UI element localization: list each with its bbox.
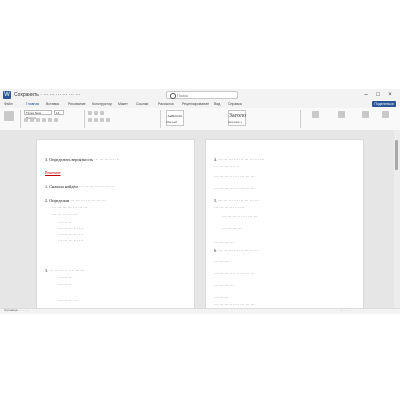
menu-tab[interactable]: Макет: [118, 101, 128, 108]
text-line: ··· ··· ··· ··· ··· ··· ···: [52, 205, 88, 210]
search-input[interactable]: Поиск: [166, 91, 238, 99]
text-line: 5. ··· ··· ··· ··· ··· ··· ··· ···: [214, 198, 259, 203]
bullets-icon[interactable]: [88, 111, 92, 115]
text-line: ··· ··· ··· ··· ··· ··· ··· ···: [214, 186, 255, 191]
text-line: ··· ··· ··· ··· ··· ··· ··· ···: [214, 271, 255, 276]
word-app-icon[interactable]: W: [3, 91, 11, 99]
style-label: Заголовок 1: [228, 121, 242, 124]
menu-tab[interactable]: Рецензирование: [182, 101, 209, 108]
text-line: ··· ··· ···: [214, 259, 229, 264]
search-icon: [170, 93, 176, 99]
text-line: ··· ··· ··· ··· ··· ···: [214, 205, 245, 210]
align-center-icon[interactable]: [94, 118, 98, 122]
text-line: ··· ··· ··· ··· ···: [58, 232, 84, 237]
text-line: ··· ··· ··· ··· ··· ··· ··· ···: [214, 302, 255, 307]
style-sample: Заголо: [229, 113, 246, 119]
text-line: ··· ··· ··· ···: [58, 298, 78, 303]
text-line: ··· ··· ··· ··· ···: [58, 226, 84, 231]
text-line: ··· ··· ··· ··· ···: [214, 164, 240, 169]
menu-tab[interactable]: Рисование: [68, 101, 86, 108]
text-line: ··· ··· ···: [58, 275, 73, 280]
add-ins-icon[interactable]: [382, 111, 389, 118]
text-line: ··· ··· ··· ··· ···: [58, 238, 84, 243]
text-line: ··· ··· ··· ··· ··· ··· ··· ···: [214, 174, 255, 179]
text-line: ··· ··· ···: [58, 220, 73, 225]
editor-icon[interactable]: [362, 111, 369, 118]
page-count-status[interactable]: Страница ··· ··· ···: [4, 308, 29, 313]
style-label: Обычный: [166, 121, 178, 124]
ribbon-divider: [160, 110, 161, 128]
document-title: Сохранить · ··· ··· ··· ··· ··· ···: [14, 92, 81, 98]
text-line: ··· ··· ···: [214, 295, 229, 300]
ribbon-divider: [84, 110, 85, 128]
section-heading: Решение: [45, 170, 61, 175]
scrollbar-thumb[interactable]: [395, 140, 398, 170]
align-right-icon[interactable]: [100, 118, 104, 122]
justify-icon[interactable]: [106, 118, 110, 122]
underline-icon[interactable]: [36, 118, 40, 122]
text-line: 3. ··· ··· ··· ··· ··· ··· ···: [45, 268, 85, 273]
italic-icon[interactable]: [30, 118, 34, 122]
menu-tab[interactable]: Ссылки: [136, 101, 148, 108]
menu-tab[interactable]: Конструктор: [92, 101, 112, 108]
menu-tab[interactable]: Вставка: [46, 101, 59, 108]
multilevel-list-icon[interactable]: [100, 111, 104, 115]
align-left-icon[interactable]: [88, 118, 92, 122]
text-line: ··· ··· ··· ··· ···: [52, 212, 78, 217]
ribbon-divider: [300, 110, 301, 128]
menu-tab[interactable]: Файл: [4, 101, 13, 108]
text-line: 4. ··· ··· ··· ··· ··· ··· ··· ··· ···: [214, 157, 265, 162]
menu-tab[interactable]: Справка: [228, 101, 242, 108]
font-name-select[interactable]: Times New Roman: [24, 110, 52, 120]
text-line: 1. Сначала найдём ··· ··· ··· ··· ··· ··…: [45, 184, 115, 189]
text-line: ··· ··· ··· ···: [214, 283, 234, 288]
menu-tab[interactable]: Рассылки: [158, 101, 174, 108]
text-line: ··· ··· ··· ···: [222, 226, 242, 231]
close-icon[interactable]: ×: [386, 91, 394, 99]
menu-tab[interactable]: Вид: [214, 101, 220, 108]
bold-icon[interactable]: [24, 118, 28, 122]
highlight-icon[interactable]: [54, 118, 58, 122]
paste-icon[interactable]: [4, 111, 14, 121]
zoom-status[interactable]: ··· ··· ···: [340, 308, 351, 313]
text-line: 2. Определим ··· ··· ··· ··· ··· ··· ···: [45, 198, 106, 203]
ribbon-divider: [20, 110, 21, 128]
text-line: ··· ··· ··· ··· ··· ··· ···: [222, 214, 258, 219]
text-line: 3. Определить вероятность ··· ··· ··· ··…: [45, 157, 120, 162]
strikethrough-icon[interactable]: [42, 118, 46, 122]
font-color-icon[interactable]: [48, 118, 52, 122]
text-line: ··· ··· ··· ···: [214, 240, 234, 245]
text-line: 6. ··· ··· ··· ··· ··· ··· ··· ···: [214, 248, 259, 253]
style-sample: AaBbCcDc: [167, 114, 183, 118]
maximize-icon[interactable]: □: [374, 91, 382, 99]
find-icon[interactable]: [312, 111, 319, 118]
minimize-icon[interactable]: –: [362, 91, 370, 99]
font-size-select[interactable]: 14: [54, 110, 64, 115]
numbering-icon[interactable]: [94, 111, 98, 115]
share-button[interactable]: Поделиться: [372, 101, 396, 107]
text-line: ··· ··· ···: [58, 282, 73, 287]
dictate-icon[interactable]: [338, 111, 345, 118]
